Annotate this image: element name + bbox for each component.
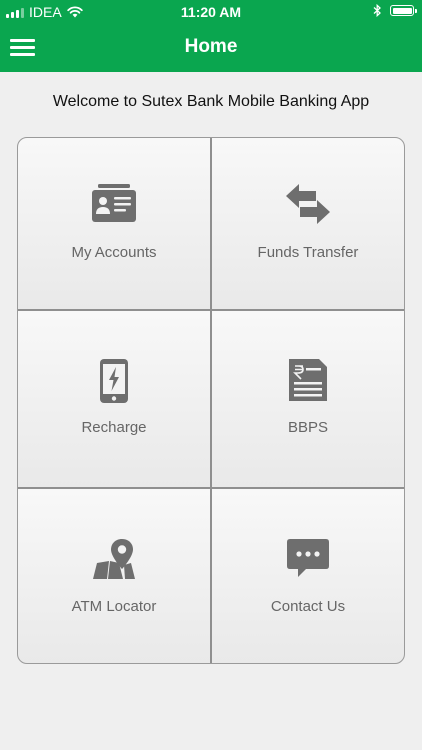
atm-locator-tile[interactable]: ATM Locator — [18, 489, 210, 663]
transfer-arrows-icon — [286, 184, 330, 224]
my-accounts-tile[interactable]: My Accounts — [18, 138, 210, 309]
tile-label: Contact Us — [270, 598, 346, 615]
bluetooth-icon — [373, 4, 381, 17]
contact-us-tile[interactable]: Contact Us — [212, 489, 404, 663]
id-card-icon — [92, 184, 136, 222]
battery-icon — [390, 5, 417, 16]
clock: 11:20 AM — [180, 4, 242, 20]
tile-label: ATM Locator — [71, 598, 157, 615]
bbps-tile[interactable]: BBPS — [212, 311, 404, 487]
mobile-recharge-icon — [100, 359, 128, 403]
funds-transfer-tile[interactable]: Funds Transfer — [212, 138, 404, 309]
page-title: Home — [184, 36, 238, 57]
menu-grid: My Accounts Funds Transfer Recharge BBPS — [17, 137, 405, 664]
tile-label: My Accounts — [71, 244, 157, 261]
chat-bubble-icon — [287, 539, 329, 577]
tile-label: Funds Transfer — [257, 244, 359, 261]
app-header: IDEA 11:20 AM Home — [0, 0, 422, 72]
rupee-bill-icon — [289, 359, 327, 401]
recharge-tile[interactable]: Recharge — [18, 311, 210, 487]
tile-label: Recharge — [81, 419, 147, 436]
status-bar: IDEA 11:20 AM — [0, 0, 422, 24]
tile-label: BBPS — [287, 419, 329, 436]
welcome-text: Welcome to Sutex Bank Mobile Banking App — [52, 93, 370, 110]
map-pin-icon — [93, 539, 135, 579]
